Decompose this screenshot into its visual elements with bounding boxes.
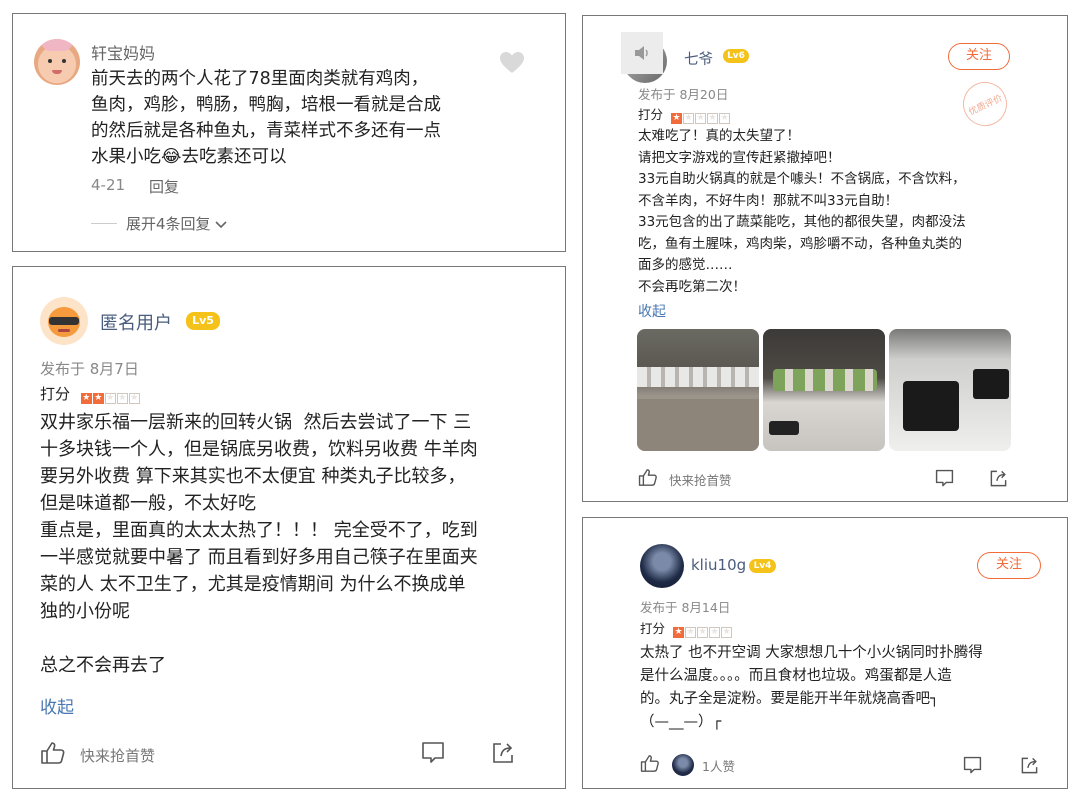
- star-filled-icon: ★: [671, 112, 682, 124]
- liker-avatar[interactable]: [672, 754, 694, 776]
- comment-icon[interactable]: [963, 756, 982, 779]
- review-text: 太热了 也不开空调 大家想想几十个小火锅同时扑腾得 是什么温度。。。。而且食材也…: [640, 645, 983, 730]
- comment-card-1: 轩宝妈妈 前天去的两个人花了78里面肉类就有鸡肉， 鱼肉，鸡胗，鸭肠，鸭胸，培根…: [12, 13, 566, 252]
- star-empty-icon: ★: [709, 626, 720, 638]
- score-label: 打分: [40, 385, 71, 403]
- username[interactable]: kliu10g: [691, 556, 746, 574]
- star-filled-icon: ★: [92, 392, 104, 404]
- score-label: 打分: [638, 107, 664, 122]
- avatar[interactable]: [34, 39, 80, 85]
- level-badge: Lv6: [723, 49, 749, 63]
- score-row: 打分 ★ ★ ★ ★ ★: [40, 383, 141, 404]
- star-empty-icon: ★: [683, 112, 694, 124]
- like-button[interactable]: 快来抢首赞: [40, 741, 155, 769]
- avatar[interactable]: [40, 297, 88, 345]
- collapse-link[interactable]: 收起: [638, 301, 666, 321]
- share-icon[interactable]: [989, 469, 1008, 492]
- level-badge: Lv4: [749, 559, 776, 573]
- like-button[interactable]: 快来抢首赞: [638, 468, 732, 490]
- quality-review-stamp: 优质评价: [955, 74, 1015, 134]
- expand-replies-label: 展开4条回复: [126, 215, 211, 233]
- star-empty-icon: ★: [697, 626, 708, 638]
- like-prompt: 快来抢首赞: [669, 472, 732, 488]
- expand-replies-button[interactable]: 展开4条回复: [126, 213, 227, 234]
- review-text: 双井家乐福一层新来的回转火锅 然后去尝试了一下 三 十多块钱一个人，但是锅底另收…: [40, 412, 478, 676]
- score-label: 打分: [640, 621, 666, 636]
- review-photo-3[interactable]: [889, 329, 1011, 451]
- post-date: 发布于 8月7日: [40, 360, 139, 378]
- level-badge: Lv5: [186, 312, 220, 330]
- star-empty-icon: ★: [719, 112, 730, 124]
- star-empty-icon: ★: [685, 626, 696, 638]
- star-rating: ★ ★ ★ ★ ★: [671, 108, 731, 124]
- review-text: 太难吃了！真的太失望了！ 请把文字游戏的宣传赶紧撤掉吧！ 33元自助火锅真的就是…: [638, 128, 966, 295]
- like-button[interactable]: 1人赞: [640, 754, 735, 776]
- star-empty-icon: ★: [116, 392, 128, 404]
- star-empty-icon: ★: [104, 392, 116, 404]
- comment-date: 4-21: [91, 176, 126, 194]
- star-filled-icon: ★: [673, 626, 684, 638]
- post-date: 发布于 8月14日: [640, 600, 731, 615]
- review-card-3: 七爷 Lv6 关注 优质评价 发布于 8月20日 打分 ★ ★ ★ ★ ★ 太难吃了！真…: [582, 15, 1068, 502]
- like-prompt: 快来抢首赞: [80, 746, 156, 765]
- score-row: 打分 ★ ★ ★ ★ ★: [638, 104, 731, 124]
- comment-text: 前天去的两个人花了78里面肉类就有鸡肉， 鱼肉，鸡胗，鸭肠，鸭胸，培根一看就是合…: [91, 69, 441, 167]
- thumbs-up-icon: [640, 754, 660, 776]
- comment-icon[interactable]: [421, 741, 445, 769]
- thumbs-up-icon: [40, 741, 66, 769]
- username[interactable]: 匿名用户: [100, 309, 172, 335]
- review-card-2: 匿名用户 Lv5 发布于 8月7日 打分 ★ ★ ★ ★ ★ 双井家乐福一层新来的回转火…: [12, 266, 566, 789]
- username[interactable]: 七爷: [684, 48, 713, 69]
- star-empty-icon: ★: [721, 626, 732, 638]
- stamp-label: 优质评价: [967, 93, 1005, 118]
- star-empty-icon: ★: [128, 392, 140, 404]
- review-photo-2[interactable]: [763, 329, 885, 451]
- review-photo-1[interactable]: [637, 329, 759, 451]
- review-card-4: kliu10g Lv4 关注 发布于 8月14日 打分 ★ ★ ★ ★ ★ 太热了 也不…: [582, 517, 1068, 789]
- star-rating: ★ ★ ★ ★ ★: [80, 386, 141, 404]
- comment-icon[interactable]: [935, 469, 954, 492]
- divider: [91, 223, 117, 224]
- share-icon[interactable]: [1020, 756, 1039, 779]
- collapse-link[interactable]: 收起: [40, 693, 74, 718]
- username[interactable]: 轩宝妈妈: [91, 40, 155, 64]
- chevron-down-icon: [214, 215, 227, 233]
- star-filled-icon: ★: [80, 392, 92, 404]
- star-rating: ★ ★ ★ ★ ★: [673, 622, 733, 638]
- like-count: 1人赞: [702, 758, 735, 774]
- speaker-icon[interactable]: [621, 32, 663, 74]
- reply-button[interactable]: 回复: [149, 176, 179, 197]
- post-date: 发布于 8月20日: [638, 87, 729, 102]
- avatar[interactable]: [640, 544, 684, 588]
- star-empty-icon: ★: [695, 112, 706, 124]
- score-row: 打分 ★ ★ ★ ★ ★: [640, 618, 733, 638]
- share-icon[interactable]: [491, 741, 515, 769]
- star-empty-icon: ★: [707, 112, 718, 124]
- follow-button[interactable]: 关注: [977, 552, 1041, 579]
- thumbs-up-icon: [638, 468, 658, 490]
- follow-button[interactable]: 关注: [948, 43, 1010, 70]
